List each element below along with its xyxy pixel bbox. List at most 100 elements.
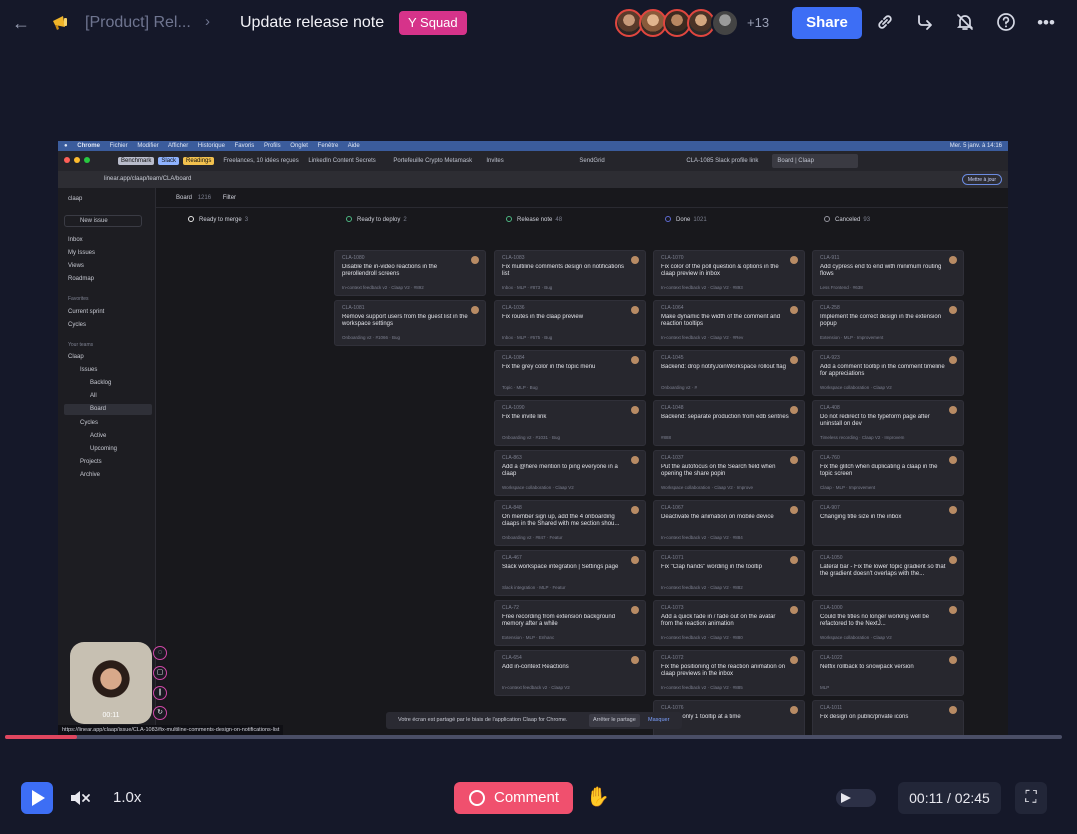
issue-meta: In-context feedback v2 · Claap V2 · #885 (661, 685, 743, 690)
link-icon[interactable] (874, 12, 896, 34)
assignee-avatar (471, 256, 479, 264)
menu-item: Onglet (290, 143, 308, 149)
more-participants-count[interactable]: +13 (747, 15, 769, 30)
avatar[interactable] (711, 9, 739, 37)
issue-title: Fix the invite link (502, 414, 547, 420)
issue-id: CLA-1064 (661, 305, 684, 311)
column-name: Ready to deploy (357, 217, 401, 223)
assignee-avatar (631, 406, 639, 414)
issue-title: Put the autofocus on the Search field wh… (661, 464, 776, 477)
status-icon (824, 216, 830, 222)
assignee-avatar (790, 256, 798, 264)
breadcrumb[interactable]: [Product] Rel... (85, 14, 191, 32)
assignee-avatar (949, 306, 957, 314)
issue-title: Deactivate the animation on mobile devic… (661, 514, 774, 520)
assignee-avatar (631, 656, 639, 664)
help-icon[interactable] (995, 12, 1017, 34)
issue-meta: In-context feedback v2 · Claap V2 · #Rev (661, 335, 744, 340)
play-button[interactable] (21, 782, 53, 814)
comment-button[interactable]: Comment (454, 782, 573, 814)
issue-id: CLA-911 (820, 255, 840, 261)
column-header: Canceled 93 (824, 216, 870, 223)
progress-bar[interactable] (5, 735, 1062, 739)
issue-card: CLA-1081 Remove support users from the gu… (334, 300, 486, 346)
column-name: Release note (517, 217, 553, 223)
column-header: Release note 48 (506, 216, 562, 223)
issue-id: CLA-1011 (820, 705, 843, 711)
issue-title: Add a quick fade in / fade out on the av… (661, 614, 776, 627)
browser-tab: SendGrid (579, 158, 605, 164)
window-controls (64, 157, 94, 163)
issue-card: CLA-72 Free recording from extension back… (494, 600, 646, 646)
mac-menubar: ● Chrome Fichier Modifier Afficher Histo… (58, 141, 1008, 151)
menu-item: Chrome (77, 143, 100, 149)
issue-title: Free recording from extension background… (502, 614, 616, 627)
issue-title: Add a @here mention to ping everyone in … (502, 464, 618, 477)
issue-id: CLA-1048 (661, 405, 684, 411)
issue-card: CLA-1064 Make dynamic the width of the co… (653, 300, 805, 346)
column-header: Ready to deploy 2 (346, 216, 407, 223)
fullscreen-icon[interactable]: ⛶ (1015, 782, 1047, 814)
participant-avatars[interactable] (615, 9, 739, 37)
issue-meta: Onboarding v2 · # (661, 385, 698, 390)
assignee-avatar (790, 306, 798, 314)
issue-meta: In-context feedback v2 · Claap V2 · #893 (661, 285, 743, 290)
stop-sharing-button: Arrêter le partage (589, 714, 640, 727)
issue-title: Implement the correct design in the exte… (820, 314, 942, 327)
teams-header: Your teams (68, 342, 94, 348)
column-count: 3 (244, 217, 249, 223)
issue-title: Could the titles no longer working well … (820, 614, 930, 627)
more-options-icon[interactable]: ••• (1035, 12, 1057, 34)
video-frame[interactable]: ● Chrome Fichier Modifier Afficher Histo… (58, 141, 1008, 735)
tab-group-label: Readings (183, 157, 215, 165)
playback-speed-button[interactable]: 1.0x (113, 789, 141, 806)
stop-icon: ▢ (153, 666, 167, 680)
issue-meta: Inbox · MLP · #873 · Bug (502, 285, 553, 290)
squad-badge[interactable]: Y Squad (399, 11, 467, 35)
issue-title: Backend: separate production from edb se… (661, 414, 789, 420)
issue-meta: Onboarding v2 · #1066 · Bug (342, 335, 401, 340)
issue-title: Fix the positioning of the reaction anim… (661, 664, 786, 677)
issue-card: CLA-1084 Fix the grey color in the topic … (494, 350, 646, 396)
pause-icon: ∥ (153, 686, 167, 700)
issue-id: CLA-1022 (820, 655, 843, 661)
column-name: Done (676, 217, 691, 223)
browser-tab: Invites (486, 158, 504, 164)
wave-hand-icon[interactable]: ✋ (584, 784, 612, 812)
share-arrow-icon[interactable] (914, 12, 936, 34)
issue-card: CLA-408 Do not redirect to the typeform p… (812, 400, 964, 446)
share-button[interactable]: Share (792, 7, 862, 39)
issue-title: Fix design on public/private icons (820, 714, 909, 720)
back-arrow-icon[interactable]: ← (10, 12, 32, 34)
picture-in-picture-toggle[interactable] (836, 789, 876, 807)
issue-id: CLA-907 (820, 505, 840, 511)
menu-item: Fichier (109, 143, 128, 149)
webcam-bubble[interactable]: 00:11 (70, 642, 152, 724)
issue-id: CLA-1090 (502, 405, 525, 411)
column-count: 48 (555, 217, 563, 223)
status-icon (506, 216, 512, 222)
issue-meta: In-context feedback v2 · Claap V2 · #882 (661, 585, 743, 590)
issue-meta: Timeless recording · Claap V2 · Improvem (820, 435, 905, 440)
assignee-avatar (790, 456, 798, 464)
menubar-clock: Mer. 5 janv. à 14:16 (949, 143, 1002, 149)
assignee-avatar (949, 706, 957, 714)
issue-title: Fix routes in the claap preview (502, 314, 584, 320)
assignee-avatar (790, 656, 798, 664)
issue-card: CLA-848 On member sign up, add the 4 onbo… (494, 500, 646, 546)
comment-label: Comment (494, 789, 560, 806)
browser-tab: CLA-1085 Slack profile link (686, 158, 759, 164)
issue-meta: Slack integration · MLP · Featur (502, 585, 566, 590)
notifications-off-icon[interactable] (954, 12, 976, 34)
time-display: 00:11 / 02:45 (898, 782, 1001, 814)
issue-card: CLA-760 Fix the glitch when duplicating a… (812, 450, 964, 496)
column-count: 93 (863, 217, 871, 223)
issue-meta: Topic · MLP · Bug (502, 385, 538, 390)
board-header: Board 1216 Filter (156, 188, 1008, 208)
sidebar-item-backlog: Backlog (90, 380, 112, 386)
mute-icon[interactable] (68, 786, 92, 810)
issue-card: CLA-1090 Fix the invite link Onboarding v2… (494, 400, 646, 446)
workspace-name: claap (68, 196, 83, 202)
issue-card: CLA-258 Implement the correct design in t… (812, 300, 964, 346)
issue-id: CLA-1084 (502, 355, 525, 361)
